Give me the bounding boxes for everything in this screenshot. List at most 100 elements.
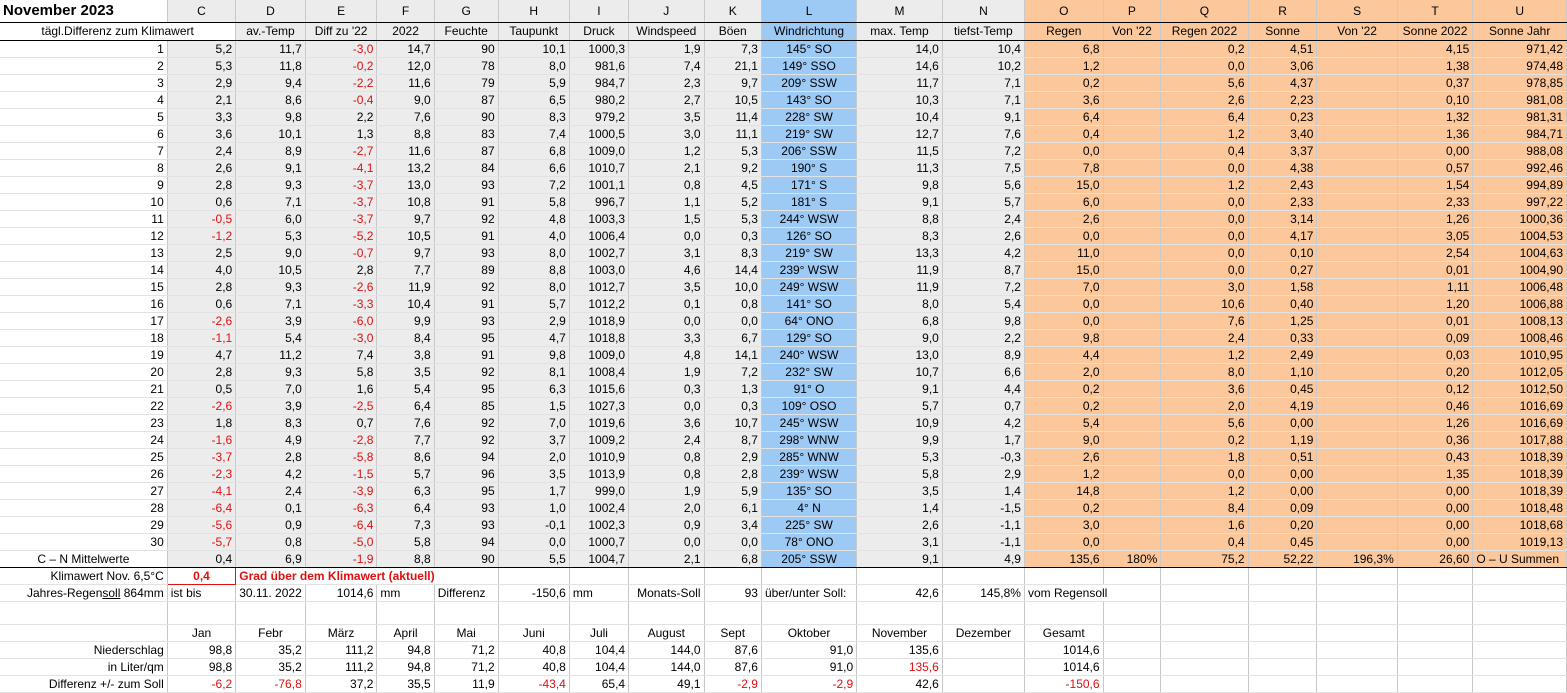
- row-number[interactable]: 19: [0, 346, 168, 364]
- column-header[interactable]: Von '22: [1103, 22, 1162, 41]
- data-cell[interactable]: 1,1: [628, 193, 705, 211]
- data-cell[interactable]: 5,3: [704, 210, 762, 228]
- data-cell[interactable]: 0,10: [1397, 91, 1474, 109]
- mean-cell[interactable]: 9,1: [856, 550, 943, 568]
- month-value[interactable]: -150,6: [1024, 675, 1104, 693]
- month-value[interactable]: 135,6: [856, 658, 943, 676]
- data-cell[interactable]: 1000,5: [569, 125, 630, 143]
- data-cell[interactable]: -2,6: [305, 278, 378, 296]
- empty-cell[interactable]: [305, 601, 378, 625]
- data-cell[interactable]: 2,6: [942, 227, 1025, 245]
- month-value[interactable]: 135,6: [856, 641, 943, 659]
- data-cell[interactable]: 4,15: [1397, 40, 1474, 58]
- month-value[interactable]: -2,9: [761, 675, 858, 693]
- data-cell[interactable]: 0,09: [1248, 499, 1318, 517]
- data-cell[interactable]: 8,0: [856, 295, 943, 313]
- data-cell[interactable]: 6,7: [704, 329, 762, 347]
- column-letter-k[interactable]: K: [704, 0, 762, 23]
- data-cell[interactable]: 1016,69: [1472, 397, 1567, 415]
- data-cell[interactable]: 4,6: [628, 261, 705, 279]
- data-cell[interactable]: 5,6: [1160, 414, 1249, 432]
- column-letter-u[interactable]: U: [1472, 0, 1567, 23]
- data-cell[interactable]: 11,5: [856, 142, 943, 160]
- data-cell[interactable]: 181° S: [761, 193, 858, 211]
- data-cell[interactable]: 1008,4: [569, 363, 630, 381]
- data-cell[interactable]: 1,2: [1024, 465, 1104, 483]
- data-cell[interactable]: 1004,63: [1472, 244, 1567, 262]
- data-cell[interactable]: -5,7: [167, 533, 237, 551]
- data-cell[interactable]: 3,3: [628, 329, 705, 347]
- data-cell[interactable]: 1000,7: [569, 533, 630, 551]
- data-cell[interactable]: 5,7: [376, 465, 435, 483]
- data-cell[interactable]: 7,7: [376, 261, 435, 279]
- data-cell[interactable]: 0,0: [628, 312, 705, 330]
- data-cell[interactable]: 9,1: [235, 159, 306, 177]
- empty-cell[interactable]: [761, 567, 858, 585]
- data-cell[interactable]: [1316, 363, 1398, 381]
- data-cell[interactable]: 2,8: [704, 465, 762, 483]
- data-cell[interactable]: 7,1: [942, 91, 1025, 109]
- empty-cell[interactable]: [1397, 567, 1474, 585]
- data-cell[interactable]: 0,00: [1248, 414, 1318, 432]
- data-cell[interactable]: 6,4: [376, 499, 435, 517]
- data-cell[interactable]: 1,38: [1397, 57, 1474, 75]
- data-cell[interactable]: 2,23: [1248, 91, 1318, 109]
- data-cell[interactable]: 2,0: [1160, 397, 1249, 415]
- row-number[interactable]: 12: [0, 227, 168, 245]
- data-cell[interactable]: 8,7: [704, 431, 762, 449]
- data-cell[interactable]: -0,7: [305, 244, 378, 262]
- column-letter-o[interactable]: O: [1024, 0, 1104, 23]
- empty-cell[interactable]: [1160, 675, 1249, 693]
- data-cell[interactable]: 0,6: [167, 295, 237, 313]
- empty-cell[interactable]: [0, 601, 168, 625]
- data-cell[interactable]: 7,3: [376, 516, 435, 534]
- column-header[interactable]: max. Temp: [856, 22, 943, 41]
- column-letter-h[interactable]: H: [498, 0, 570, 23]
- row-number[interactable]: 14: [0, 261, 168, 279]
- empty-cell[interactable]: [704, 601, 762, 625]
- data-cell[interactable]: 8,4: [1160, 499, 1249, 517]
- data-cell[interactable]: 1,9: [628, 40, 705, 58]
- data-cell[interactable]: [1316, 278, 1398, 296]
- data-cell[interactable]: 1018,39: [1472, 482, 1567, 500]
- empty-cell[interactable]: [1248, 567, 1318, 585]
- data-cell[interactable]: 0,0: [704, 533, 762, 551]
- data-cell[interactable]: 3,6: [1024, 91, 1104, 109]
- data-cell[interactable]: 87: [434, 142, 499, 160]
- data-cell[interactable]: 3,9: [235, 397, 306, 415]
- data-cell[interactable]: 8,3: [856, 227, 943, 245]
- data-cell[interactable]: [1103, 278, 1162, 296]
- data-cell[interactable]: -0,3: [942, 448, 1025, 466]
- data-cell[interactable]: 994,89: [1472, 176, 1567, 194]
- data-cell[interactable]: 9,8: [498, 346, 570, 364]
- data-cell[interactable]: 4,5: [704, 176, 762, 194]
- data-cell[interactable]: 2,54: [1397, 244, 1474, 262]
- data-cell[interactable]: 149° SSO: [761, 57, 858, 75]
- data-cell[interactable]: 9,7: [376, 210, 435, 228]
- data-cell[interactable]: 0,2: [1024, 499, 1104, 517]
- data-cell[interactable]: -3,7: [305, 193, 378, 211]
- data-cell[interactable]: 1008,46: [1472, 329, 1567, 347]
- data-cell[interactable]: 3,0: [1024, 516, 1104, 534]
- month-value[interactable]: 111,2: [305, 658, 378, 676]
- column-header[interactable]: Regen 2022: [1160, 22, 1249, 41]
- data-cell[interactable]: 95: [434, 380, 499, 398]
- data-cell[interactable]: 4,2: [942, 414, 1025, 432]
- data-cell[interactable]: 1018,39: [1472, 465, 1567, 483]
- mean-cell[interactable]: 2,1: [628, 550, 705, 568]
- column-header[interactable]: Taupunkt: [498, 22, 570, 41]
- data-cell[interactable]: 95: [434, 482, 499, 500]
- data-cell[interactable]: 11,2: [235, 346, 306, 364]
- data-cell[interactable]: 0,2: [1024, 380, 1104, 398]
- data-cell[interactable]: 4,7: [498, 329, 570, 347]
- data-cell[interactable]: [1316, 516, 1398, 534]
- mean-cell[interactable]: 6,9: [235, 550, 306, 568]
- data-cell[interactable]: 13,0: [376, 176, 435, 194]
- mean-row-label[interactable]: C – N Mittelwerte: [0, 550, 168, 568]
- data-cell[interactable]: 8,3: [704, 244, 762, 262]
- empty-cell[interactable]: [569, 601, 630, 625]
- column-letter-m[interactable]: M: [856, 0, 943, 23]
- data-cell[interactable]: 2,33: [1248, 193, 1318, 211]
- data-cell[interactable]: 0,01: [1397, 261, 1474, 279]
- data-cell[interactable]: 1,2: [1160, 346, 1249, 364]
